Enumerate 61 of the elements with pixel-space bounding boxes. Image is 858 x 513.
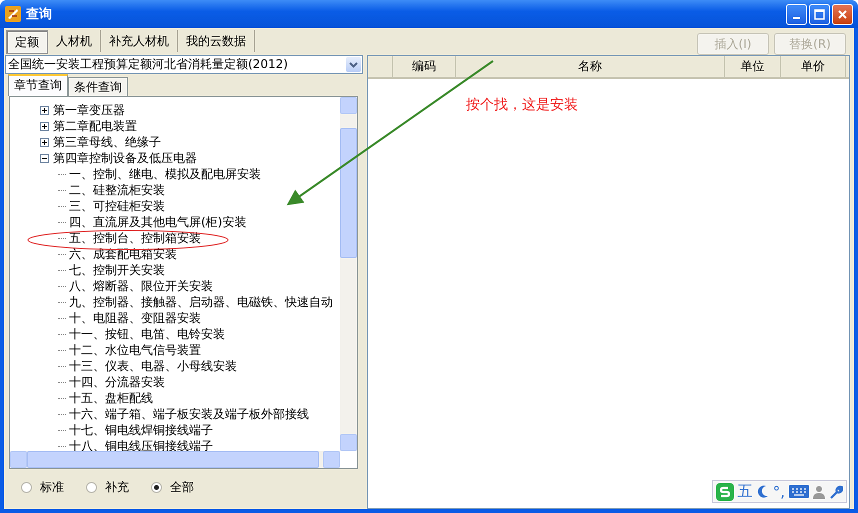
column-header[interactable]: 单价	[781, 56, 846, 77]
tree-item[interactable]: 四、直流屏及其他电气屏(柜)安装	[69, 214, 246, 230]
radio-button[interactable]	[21, 482, 32, 493]
tree-item[interactable]: 三、可控硅柜安装	[69, 198, 165, 214]
punctuation-label[interactable]: °,	[772, 482, 785, 500]
close-button[interactable]	[832, 4, 853, 24]
tree-item[interactable]: 八、熔断器、限位开关安装	[69, 278, 213, 294]
expand-icon[interactable]	[40, 122, 49, 130]
tab[interactable]: 补充人材机	[101, 30, 178, 52]
tree-item[interactable]: 二、硅整流柜安装	[69, 182, 165, 198]
vertical-scrollbar[interactable]	[340, 97, 357, 451]
window-title: 查询	[26, 6, 53, 23]
tree-item[interactable]: 十一、按钮、电笛、电铃安装	[69, 326, 225, 342]
maximize-icon	[814, 8, 825, 20]
wrench-icon[interactable]	[829, 484, 843, 498]
tree-item[interactable]: 第三章母线、绝缘子	[53, 134, 161, 150]
tree-item[interactable]: 第一章变压器	[53, 102, 125, 118]
tree-item[interactable]: 十五、盘柜配线	[69, 390, 153, 406]
tree-item[interactable]: 十六、端子箱、端子板安装及端子板外部接线	[69, 406, 309, 422]
column-header[interactable]: 编码	[393, 56, 456, 77]
tree-item[interactable]: 第二章配电装置	[53, 118, 137, 134]
expand-icon[interactable]	[40, 138, 49, 146]
radio-button[interactable]	[151, 482, 162, 493]
column-header[interactable]: 名称	[456, 56, 725, 77]
tab[interactable]: 人材机	[48, 30, 101, 52]
tree-item[interactable]: 十四、分流器安装	[69, 374, 165, 390]
input-method-logo-icon[interactable]	[716, 482, 734, 500]
tab[interactable]: 章节查询	[8, 74, 68, 96]
dropdown-caret-icon[interactable]	[346, 57, 361, 72]
annotation-text: 按个找，这是安装	[466, 96, 578, 114]
keyboard-icon[interactable]	[789, 485, 809, 498]
library-dropdown[interactable]: 全国统一安装工程预算定额河北省消耗量定额(2012)	[5, 55, 363, 74]
tree-item[interactable]: 第四章控制设备及低压电器	[53, 150, 197, 166]
input-mode-label[interactable]: 五	[738, 482, 753, 501]
column-header[interactable]: 单位	[725, 56, 781, 77]
radio-label[interactable]: 补充	[105, 479, 129, 496]
collapse-icon[interactable]	[40, 154, 49, 162]
radio-label[interactable]: 全部	[170, 479, 194, 496]
tab[interactable]: 我的云数据	[178, 30, 255, 52]
tree-item[interactable]: 十三、仪表、电器、小母线安装	[69, 358, 237, 374]
tree-item[interactable]: 十二、水位电气信号装置	[69, 342, 201, 358]
user-icon[interactable]	[813, 484, 825, 498]
tree-item[interactable]: 一、控制、继电、模拟及配电屏安装	[69, 166, 261, 182]
tree-item[interactable]: 十七、铜电线焊铜接线端子	[69, 422, 213, 438]
app-icon	[5, 6, 21, 22]
tree-item[interactable]: 七、控制开关安装	[69, 262, 165, 278]
horizontal-scrollbar[interactable]	[10, 451, 340, 468]
radio-button[interactable]	[86, 482, 97, 493]
radio-label[interactable]: 标准	[40, 479, 64, 496]
minimize-icon	[793, 16, 800, 18]
maximize-button[interactable]	[809, 4, 830, 24]
tab[interactable]: 条件查询	[68, 77, 128, 96]
tree-item[interactable]: 十八、铜电线压铜接线端子	[69, 438, 213, 451]
tree-item[interactable]: 五、控制台、控制箱安装	[69, 230, 201, 246]
tree-item[interactable]: 九、控制器、接触器、启动器、电磁铁、快速自动	[69, 294, 333, 310]
moon-icon[interactable]	[756, 484, 769, 498]
expand-icon[interactable]	[40, 106, 49, 114]
tab[interactable]: 定额	[6, 30, 48, 54]
minimize-button[interactable]	[786, 4, 807, 24]
tree-item[interactable]: 十、电阻器、变阻器安装	[69, 310, 201, 326]
close-icon	[837, 8, 848, 20]
